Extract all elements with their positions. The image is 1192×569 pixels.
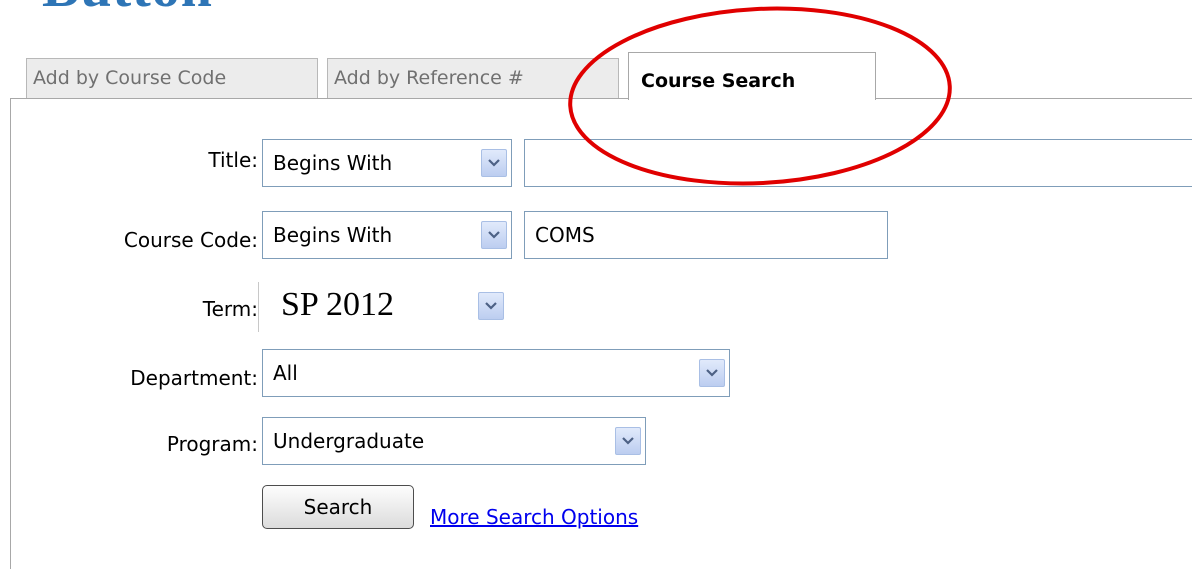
- search-button[interactable]: Search: [262, 485, 414, 529]
- title-match-value: Begins With: [273, 151, 393, 175]
- tab-add-by-course-code[interactable]: Add by Course Code: [26, 58, 318, 98]
- tab-add-by-reference[interactable]: Add by Reference #: [327, 58, 619, 98]
- course-search-page: Button Add by Course Code Add by Referen…: [0, 0, 1192, 569]
- page-title: Button: [42, 0, 213, 16]
- department-value: All: [273, 361, 298, 385]
- term-value: SP 2012: [281, 286, 395, 323]
- more-search-options-link[interactable]: More Search Options: [430, 505, 638, 529]
- term-select[interactable]: SP 2012: [258, 282, 508, 332]
- chevron-down-icon[interactable]: [478, 292, 504, 320]
- title-input[interactable]: [524, 139, 1192, 187]
- department-select[interactable]: All: [262, 349, 730, 397]
- course-code-match-value: Begins With: [273, 223, 393, 247]
- chevron-down-icon[interactable]: [481, 149, 507, 177]
- course-code-match-select[interactable]: Begins With: [262, 211, 512, 259]
- program-value: Undergraduate: [273, 429, 425, 453]
- chevron-down-icon[interactable]: [481, 221, 507, 249]
- tab-course-search[interactable]: Course Search: [628, 52, 876, 100]
- title-match-select[interactable]: Begins With: [262, 139, 512, 187]
- program-select[interactable]: Undergraduate: [262, 417, 646, 465]
- course-code-input[interactable]: [524, 211, 888, 259]
- chevron-down-icon[interactable]: [615, 427, 641, 455]
- chevron-down-icon[interactable]: [699, 359, 725, 387]
